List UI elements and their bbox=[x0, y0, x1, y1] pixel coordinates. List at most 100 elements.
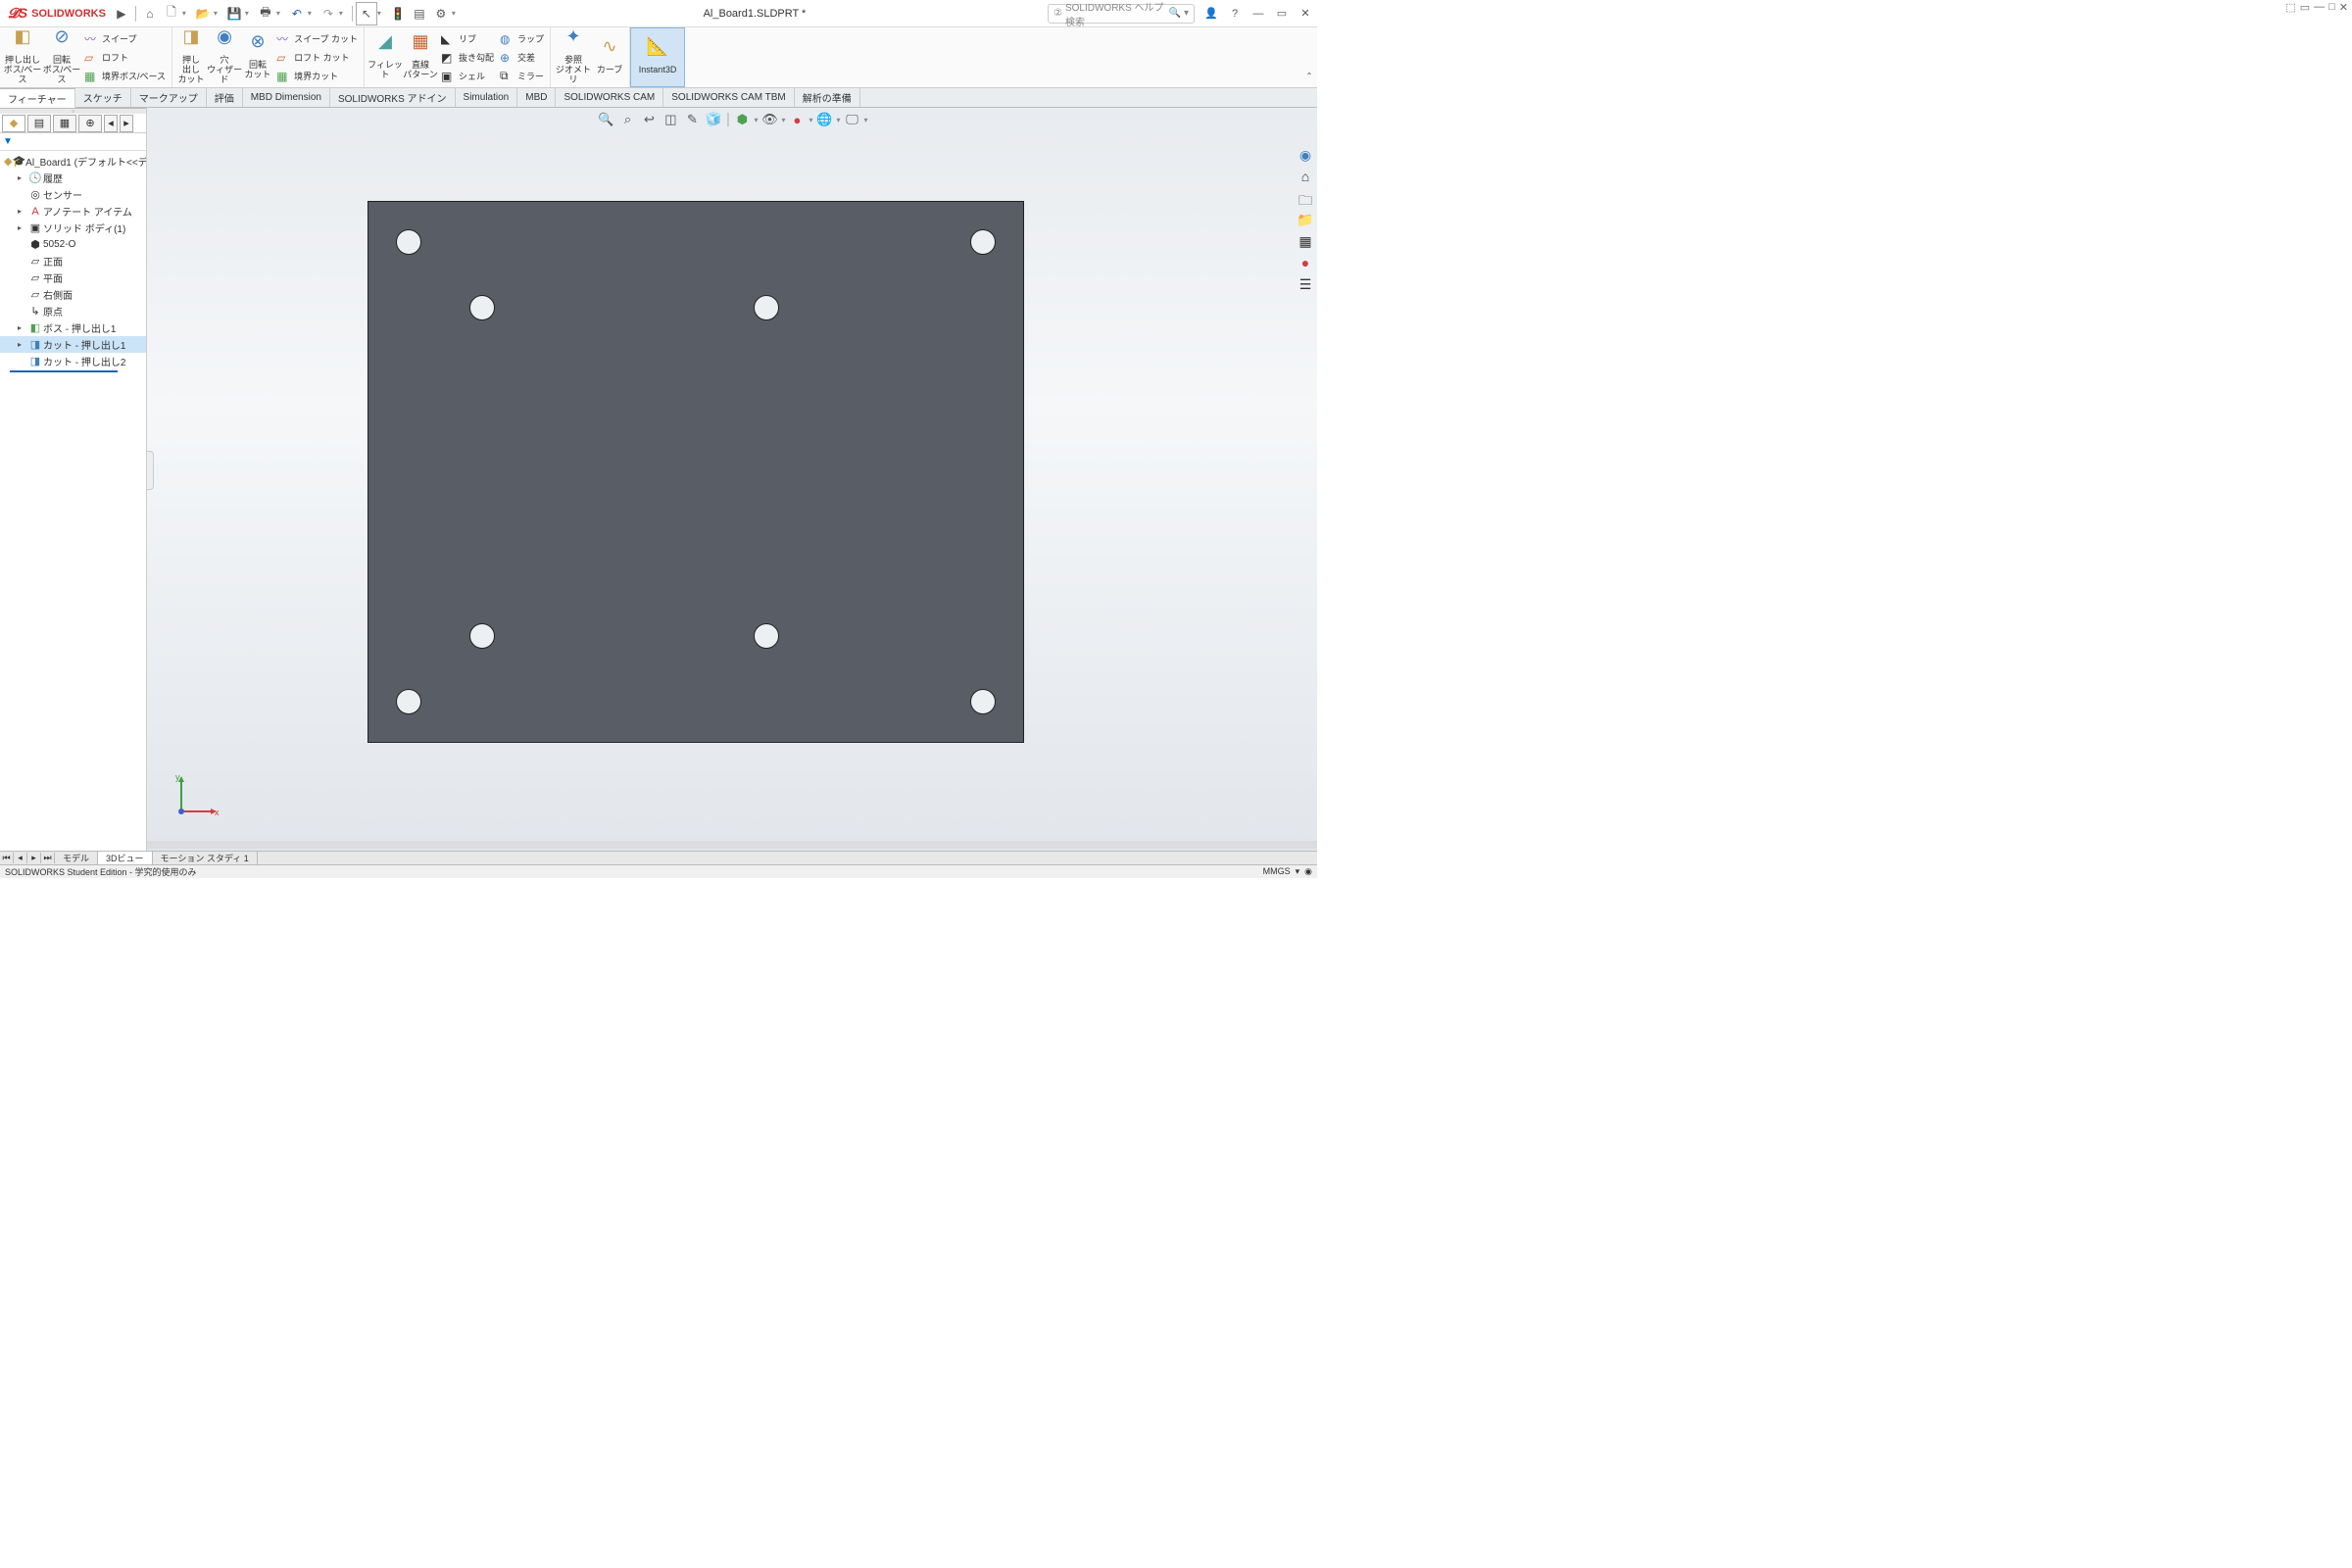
select-icon[interactable]: ↖ bbox=[356, 2, 377, 25]
sweep-cut-button[interactable]: 〰スイープ カット bbox=[273, 29, 361, 48]
tree-history[interactable]: ▸🕓履歴 bbox=[0, 170, 146, 186]
sheet-tab-3dview[interactable]: 3Dビュー bbox=[98, 852, 153, 864]
doc-max-icon[interactable]: □ bbox=[2328, 1, 2335, 14]
view-settings-icon[interactable]: 🖵 bbox=[843, 110, 862, 129]
tab-features[interactable]: フィーチャー bbox=[0, 88, 75, 108]
doc-min-icon[interactable]: — bbox=[2314, 1, 2325, 14]
sheet-last-icon[interactable]: ⏭ bbox=[41, 853, 55, 863]
sheet-next-icon[interactable]: ▸ bbox=[27, 853, 41, 863]
property-manager-tab[interactable]: ▤ bbox=[27, 115, 51, 132]
scene-icon[interactable]: 🌐 bbox=[815, 110, 835, 129]
view-triad[interactable]: x y bbox=[172, 772, 220, 821]
zoom-fit-icon[interactable]: 🔍 bbox=[596, 110, 615, 129]
task-appearances-icon[interactable]: ● bbox=[1296, 255, 1315, 274]
feature-manager-tab[interactable]: ◆ bbox=[2, 115, 25, 132]
hide-show-icon[interactable]: 👁 bbox=[760, 110, 779, 129]
hole-wizard-button[interactable]: ◉穴ウィザード bbox=[207, 29, 242, 86]
sweep-button[interactable]: 〰スイープ bbox=[81, 29, 169, 48]
h-scrollbar[interactable] bbox=[147, 841, 1317, 849]
tree-annotations[interactable]: ▸Aアノテート アイテム bbox=[0, 203, 146, 220]
expand-menu-icon[interactable]: ▶ bbox=[111, 2, 132, 25]
sheet-tab-motion[interactable]: モーション スタディ 1 bbox=[153, 852, 258, 864]
tree-cut-extrude-2[interactable]: ◨カット - 押し出し2 bbox=[0, 353, 146, 369]
minimize-button[interactable]: — bbox=[1247, 2, 1270, 25]
status-options-icon[interactable]: ◉ bbox=[1304, 866, 1312, 876]
help-icon[interactable]: ? bbox=[1223, 2, 1247, 25]
task-3dexperience-icon[interactable]: ◉ bbox=[1296, 147, 1315, 167]
tree-origin[interactable]: ↳原点 bbox=[0, 303, 146, 319]
wrap-button[interactable]: ◍ラップ bbox=[497, 29, 547, 48]
tab-addins[interactable]: SOLIDWORKS アドイン bbox=[330, 88, 456, 107]
print-icon[interactable]: 🖶 bbox=[255, 2, 276, 25]
traffic-light-icon[interactable]: 🚦 bbox=[387, 2, 409, 25]
help-search-input[interactable]: ② SOLIDWORKS ヘルプ検索 🔍 ▾ bbox=[1048, 4, 1195, 24]
dimxpert-tab[interactable]: ⊕ bbox=[78, 115, 102, 132]
panel-collapse-handle[interactable] bbox=[146, 451, 154, 490]
close-button[interactable]: ✕ bbox=[1294, 2, 1317, 25]
graphics-area[interactable]: 🔍 ⌕ ↩ ◫ ✎ 🧊 ⬢▾ 👁▾ ●▾ 🌐▾ 🖵▾ ◉ ⌂ 🗀 📁 ▦ ● ☰ bbox=[147, 108, 1317, 851]
tab-cam[interactable]: SOLIDWORKS CAM bbox=[556, 88, 663, 107]
extrude-boss-button[interactable]: ◧押し出しボス/ベース bbox=[3, 29, 42, 86]
revolve-boss-button[interactable]: ⊘回転ボス/ベース bbox=[42, 29, 81, 86]
boundary-cut-button[interactable]: ▦境界カット bbox=[273, 67, 361, 85]
tab-simulation[interactable]: Simulation bbox=[456, 88, 518, 107]
loft-button[interactable]: ▱ロフト bbox=[81, 48, 169, 67]
doc-restore-icon[interactable]: ▭ bbox=[2300, 1, 2310, 14]
mirror-button[interactable]: ⧉ミラー bbox=[497, 67, 547, 85]
extrude-cut-button[interactable]: ◨押し出しカット bbox=[175, 29, 207, 86]
tree-front-plane[interactable]: ▱正面 bbox=[0, 253, 146, 270]
linear-pattern-button[interactable]: ▦直線パターン bbox=[403, 29, 438, 86]
revolve-cut-button[interactable]: ⊗回転カット bbox=[242, 29, 273, 86]
ribbon-collapse-icon[interactable]: ˆ bbox=[1307, 71, 1311, 84]
tab-sketch[interactable]: スケッチ bbox=[75, 88, 131, 107]
tab-markup[interactable]: マークアップ bbox=[131, 88, 207, 107]
rib-button[interactable]: ◣リブ bbox=[438, 29, 497, 48]
tree-right-plane[interactable]: ▱右側面 bbox=[0, 286, 146, 303]
sheet-first-icon[interactable]: ⏮ bbox=[0, 853, 14, 863]
task-view-palette-icon[interactable]: ▦ bbox=[1296, 233, 1315, 253]
task-custom-props-icon[interactable]: ☰ bbox=[1296, 276, 1315, 296]
zoom-area-icon[interactable]: ⌕ bbox=[617, 110, 637, 129]
rollback-bar[interactable] bbox=[10, 370, 118, 372]
loft-cut-button[interactable]: ▱ロフト カット bbox=[273, 48, 361, 67]
boundary-boss-button[interactable]: ▦境界ボス/ベース bbox=[81, 67, 169, 85]
display-style-icon[interactable]: ⬢ bbox=[732, 110, 752, 129]
nav-right-icon[interactable]: ▸ bbox=[120, 115, 133, 132]
tree-cut-extrude-1[interactable]: ▸◨カット - 押し出し1 bbox=[0, 336, 146, 353]
home-icon[interactable]: ⌂ bbox=[139, 2, 161, 25]
section-view-icon[interactable]: ◫ bbox=[661, 110, 680, 129]
list-icon[interactable]: ▤ bbox=[409, 2, 430, 25]
view-orientation-icon[interactable]: 🧊 bbox=[704, 110, 723, 129]
tree-solid-bodies[interactable]: ▸▣ソリッド ボディ(1) bbox=[0, 220, 146, 236]
tree-material[interactable]: ⬢5052-O bbox=[0, 236, 146, 253]
curves-button[interactable]: ∿カーブ bbox=[593, 29, 626, 86]
task-home-icon[interactable]: ⌂ bbox=[1296, 169, 1315, 188]
undo-icon[interactable]: ↶ bbox=[286, 2, 308, 25]
draft-button[interactable]: ◩抜き勾配 bbox=[438, 48, 497, 67]
sheet-tab-model[interactable]: モデル bbox=[55, 852, 98, 864]
open-icon[interactable]: 📂 bbox=[192, 2, 214, 25]
sheet-prev-icon[interactable]: ◂ bbox=[14, 853, 27, 863]
maximize-button[interactable]: ▭ bbox=[1270, 2, 1294, 25]
tree-boss-extrude-1[interactable]: ▸◧ボス - 押し出し1 bbox=[0, 319, 146, 336]
new-icon[interactable]: 🗋 bbox=[161, 2, 182, 25]
tab-analysis-prep[interactable]: 解析の準備 bbox=[795, 88, 860, 107]
tab-cam-tbm[interactable]: SOLIDWORKS CAM TBM bbox=[663, 88, 795, 107]
tree-root[interactable]: ◆🎓Al_Board1 (デフォルト<<デ bbox=[0, 153, 146, 170]
nav-left-icon[interactable]: ◂ bbox=[104, 115, 118, 132]
dynamic-annotation-icon[interactable]: ✎ bbox=[682, 110, 702, 129]
tab-mbd[interactable]: MBD bbox=[517, 88, 556, 107]
fillet-button[interactable]: ◢フィレット bbox=[368, 29, 403, 86]
task-library-icon[interactable]: 📁 bbox=[1296, 212, 1315, 231]
shell-button[interactable]: ▣シェル bbox=[438, 67, 497, 85]
tree-filter[interactable]: ▼ bbox=[0, 133, 146, 151]
intersect-button[interactable]: ⊕交差 bbox=[497, 48, 547, 67]
units-button[interactable]: MMGS bbox=[1263, 866, 1291, 876]
tree-sensors[interactable]: ◎センサー bbox=[0, 186, 146, 203]
doc-close-icon[interactable]: ✕ bbox=[2339, 1, 2348, 14]
tab-evaluate[interactable]: 評価 bbox=[207, 88, 243, 107]
config-manager-tab[interactable]: ▦ bbox=[53, 115, 76, 132]
prev-view-icon[interactable]: ↩ bbox=[639, 110, 659, 129]
settings-icon[interactable]: ⚙ bbox=[430, 2, 452, 25]
redo-icon[interactable]: ↷ bbox=[318, 2, 339, 25]
